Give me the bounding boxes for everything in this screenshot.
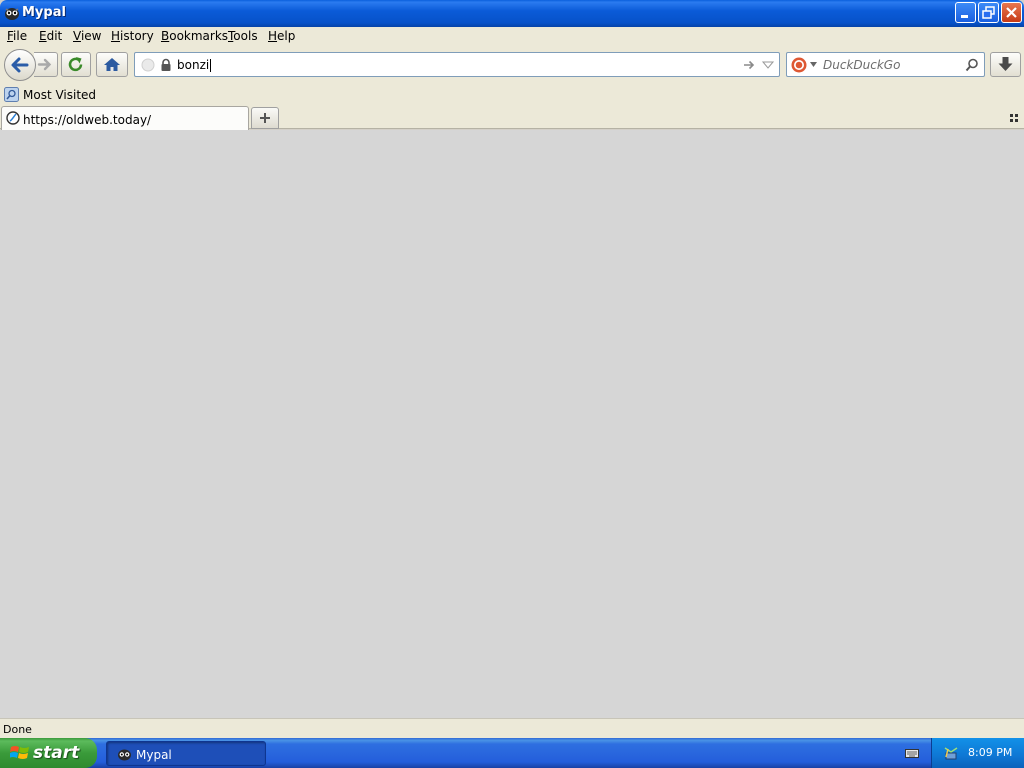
page-content[interactable] xyxy=(0,130,1024,718)
close-button[interactable] xyxy=(1001,2,1022,23)
menu-help[interactable]: Help xyxy=(268,29,295,43)
mypal-task-icon xyxy=(118,749,131,761)
status-bar: Done xyxy=(0,718,1024,738)
search-input[interactable]: DuckDuckGo xyxy=(823,58,900,72)
menu-label: dit xyxy=(46,29,63,43)
new-tab-button[interactable] xyxy=(251,107,279,129)
forward-button[interactable] xyxy=(34,52,58,77)
start-label: start xyxy=(33,743,80,763)
menu-accel: E xyxy=(39,29,47,43)
windows-logo-icon xyxy=(10,746,29,759)
page-favicon-icon xyxy=(6,111,20,125)
menu-label: ools xyxy=(233,29,258,43)
menu-label: ookmarks xyxy=(169,29,229,43)
restore-icon xyxy=(982,6,995,19)
minimize-icon xyxy=(961,15,968,18)
menu-accel: B xyxy=(161,29,170,43)
reload-icon xyxy=(68,57,83,72)
menu-file[interactable]: File xyxy=(7,29,27,43)
plus-icon xyxy=(260,113,270,123)
menu-view[interactable]: View xyxy=(73,29,101,43)
download-arrow-icon xyxy=(998,57,1013,71)
mypal-logo-icon xyxy=(5,8,19,20)
arrow-right-icon xyxy=(37,58,52,71)
menu-edit[interactable]: Edit xyxy=(39,29,62,43)
url-value: bonzi xyxy=(177,58,210,72)
bookmarks-toolbar: Most Visited xyxy=(0,84,1024,105)
taskbar: start Mypal 8:09 PM xyxy=(0,738,1024,768)
restore-button[interactable] xyxy=(978,2,999,23)
home-icon xyxy=(104,58,120,71)
downloads-button[interactable] xyxy=(990,52,1021,77)
tab-oldweb[interactable]: https://oldweb.today/ xyxy=(1,106,249,130)
dropdown-arrow-icon[interactable] xyxy=(762,59,774,71)
url-bar[interactable]: bonzi xyxy=(134,52,780,77)
network-icon[interactable] xyxy=(943,745,959,761)
tab-label: https://oldweb.today/ xyxy=(23,113,152,127)
all-tabs-icon[interactable] xyxy=(1009,113,1019,123)
url-input[interactable]: bonzi xyxy=(177,58,212,72)
status-text: Done xyxy=(3,723,32,736)
menu-history[interactable]: History xyxy=(111,29,154,43)
menu-bar: File Edit View History Bookmarks Tools H… xyxy=(0,27,1024,46)
keyboard-icon[interactable] xyxy=(905,747,919,759)
start-button[interactable]: start xyxy=(0,738,97,768)
lock-icon xyxy=(161,58,171,71)
search-bar[interactable]: DuckDuckGo xyxy=(786,52,985,77)
back-button[interactable] xyxy=(4,49,36,81)
menu-accel: V xyxy=(73,29,81,43)
menu-label: istory xyxy=(120,29,154,43)
taskbar-item-label: Mypal xyxy=(136,748,172,762)
title-bar[interactable]: Mypal xyxy=(0,0,1024,27)
minimize-button[interactable] xyxy=(955,2,976,23)
menu-tools[interactable]: Tools xyxy=(228,29,258,43)
menu-label: iew xyxy=(80,29,102,43)
home-button[interactable] xyxy=(96,52,128,77)
text-caret xyxy=(210,59,212,72)
tab-strip: https://oldweb.today/ xyxy=(0,105,1024,130)
duckduckgo-logo-icon xyxy=(791,57,807,73)
menu-accel: H xyxy=(111,29,121,43)
identity-icon xyxy=(141,58,155,72)
menu-bookmarks[interactable]: Bookmarks xyxy=(161,29,228,43)
system-tray: 8:09 PM xyxy=(931,738,1024,768)
reload-button[interactable] xyxy=(61,52,91,77)
menu-accel: H xyxy=(268,29,278,43)
arrow-left-icon xyxy=(11,57,29,73)
engine-dropdown-icon[interactable] xyxy=(810,62,817,67)
navigation-toolbar: bonzi DuckDuckGo xyxy=(0,46,1024,84)
taskbar-item-mypal[interactable]: Mypal xyxy=(106,741,266,766)
menu-label: ile xyxy=(13,29,28,43)
menu-label: elp xyxy=(277,29,296,43)
close-icon xyxy=(1006,7,1017,18)
search-icon[interactable] xyxy=(965,58,979,72)
bookmark-label: Most Visited xyxy=(23,88,97,102)
go-arrow-icon[interactable] xyxy=(742,58,756,72)
most-visited-folder-icon xyxy=(4,87,19,102)
window-title: Mypal xyxy=(22,5,66,20)
clock: 8:09 PM xyxy=(968,746,1013,759)
